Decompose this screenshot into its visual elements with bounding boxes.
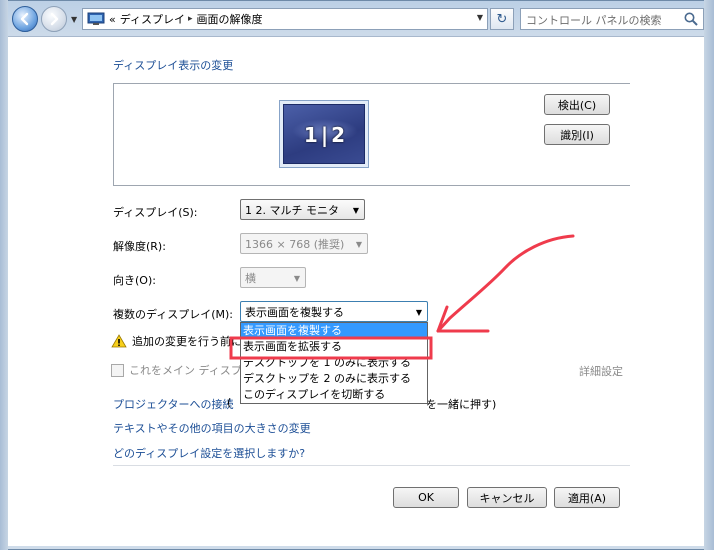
- cancel-button[interactable]: キャンセル: [467, 487, 547, 508]
- warning-text: 追加の変更を行う前に: [132, 335, 242, 348]
- dropdown-option-duplicate[interactable]: 表示画面を複製する: [241, 323, 427, 339]
- back-arrow-icon: [20, 12, 29, 26]
- back-button[interactable]: [12, 6, 38, 32]
- navigation-bar: ▼ « ディスプレイ ▸ 画面の解像度 ▼ ↻ コントロール パネルの検索: [8, 4, 704, 34]
- resolution-label: 解像度(R):: [113, 240, 166, 253]
- advanced-settings-link[interactable]: 詳細設定: [579, 363, 623, 379]
- multiple-displays-select[interactable]: 表示画面を複製する ▼: [240, 301, 428, 322]
- which-setting-link[interactable]: どのディスプレイ設定を選択しますか?: [113, 445, 305, 461]
- chevron-down-icon: ▼: [352, 206, 359, 215]
- orientation-label: 向き(O):: [113, 274, 156, 287]
- multiple-displays-label: 複数のディスプレイ(M):: [113, 308, 234, 321]
- forward-button[interactable]: [41, 6, 67, 32]
- projector-shortcut-hint: を一緒に押す): [426, 398, 497, 411]
- address-prefix[interactable]: «: [109, 13, 116, 26]
- monitor-number: 1|2: [303, 123, 349, 147]
- detect-button[interactable]: 検出(C): [544, 94, 610, 115]
- refresh-button[interactable]: ↻: [490, 8, 514, 30]
- chevron-down-icon: ▼: [293, 274, 300, 283]
- dropdown-option-only-1[interactable]: デスクトップを 1 のみに表示する: [241, 355, 427, 371]
- main-display-label: これをメイン ディスプ: [129, 364, 242, 377]
- content-area: ディスプレイ表示の変更 1|2 検出(C) 識別(I) ディスプレイ(S): 1…: [8, 36, 704, 546]
- chevron-down-icon: ▼: [415, 308, 422, 317]
- refresh-icon: ↻: [496, 11, 508, 27]
- breadcrumb-separator-icon[interactable]: ▸: [188, 14, 193, 24]
- preview-border-top: [113, 83, 630, 84]
- projector-link[interactable]: プロジェクターへの接続: [113, 396, 234, 412]
- monitor-preview-screen: 1|2: [283, 104, 365, 164]
- apply-button[interactable]: 適用(A): [554, 487, 620, 508]
- window-left-edge: [0, 0, 8, 550]
- multiple-displays-select-value: 表示画面を複製する: [245, 305, 344, 319]
- forward-arrow-icon: [50, 12, 59, 26]
- search-icon[interactable]: [683, 11, 699, 27]
- control-panel-monitor-icon: [87, 12, 105, 25]
- search-placeholder: コントロール パネルの検索: [526, 14, 662, 27]
- address-dropdown-icon[interactable]: ▼: [477, 13, 483, 22]
- window-right-edge: [704, 0, 714, 550]
- breadcrumb-display[interactable]: ディスプレイ: [120, 11, 185, 27]
- monitor-preview[interactable]: 1|2: [279, 100, 369, 168]
- dropdown-option-disconnect[interactable]: このディスプレイを切断する: [241, 387, 427, 403]
- warning-message: 追加の変更を行う前に: [111, 333, 242, 349]
- orientation-select[interactable]: 横 ▼: [240, 267, 306, 288]
- page-heading: ディスプレイ表示の変更: [113, 59, 234, 72]
- address-bar[interactable]: « ディスプレイ ▸ 画面の解像度 ▼: [82, 8, 488, 30]
- breadcrumb-screen-resolution[interactable]: 画面の解像度: [197, 11, 263, 27]
- identify-button[interactable]: 識別(I): [544, 124, 610, 145]
- search-box[interactable]: コントロール パネルの検索: [520, 8, 704, 30]
- resolution-select-value: 1366 × 768 (推奨): [245, 237, 345, 251]
- main-display-checkbox[interactable]: [111, 363, 124, 377]
- preview-border-left: [113, 83, 114, 185]
- preview-border-bottom: [113, 185, 630, 186]
- dropdown-option-extend[interactable]: 表示画面を拡張する: [241, 339, 427, 355]
- display-label: ディスプレイ(S):: [113, 206, 198, 219]
- display-select-value: 1 2. マルチ モニタ: [245, 203, 339, 217]
- text-size-link[interactable]: テキストやその他の項目の大きさの変更: [113, 420, 311, 436]
- recent-pages-dropdown-icon[interactable]: ▼: [71, 15, 77, 24]
- display-select[interactable]: 1 2. マルチ モニタ ▼: [240, 199, 365, 220]
- main-display-checkbox-row[interactable]: これをメイン ディスプ: [111, 362, 242, 378]
- footer-divider: [113, 465, 630, 466]
- chevron-down-icon: ▼: [355, 240, 362, 249]
- dropdown-option-only-2[interactable]: デスクトップを 2 のみに表示する: [241, 371, 427, 387]
- projector-link-paren: (: [227, 396, 232, 409]
- multiple-displays-dropdown[interactable]: 表示画面を複製する 表示画面を拡張する デスクトップを 1 のみに表示する デス…: [240, 322, 428, 404]
- ok-button[interactable]: OK: [393, 487, 459, 508]
- resolution-select[interactable]: 1366 × 768 (推奨) ▼: [240, 233, 368, 254]
- orientation-select-value: 横: [245, 271, 256, 285]
- warning-icon: [111, 334, 127, 348]
